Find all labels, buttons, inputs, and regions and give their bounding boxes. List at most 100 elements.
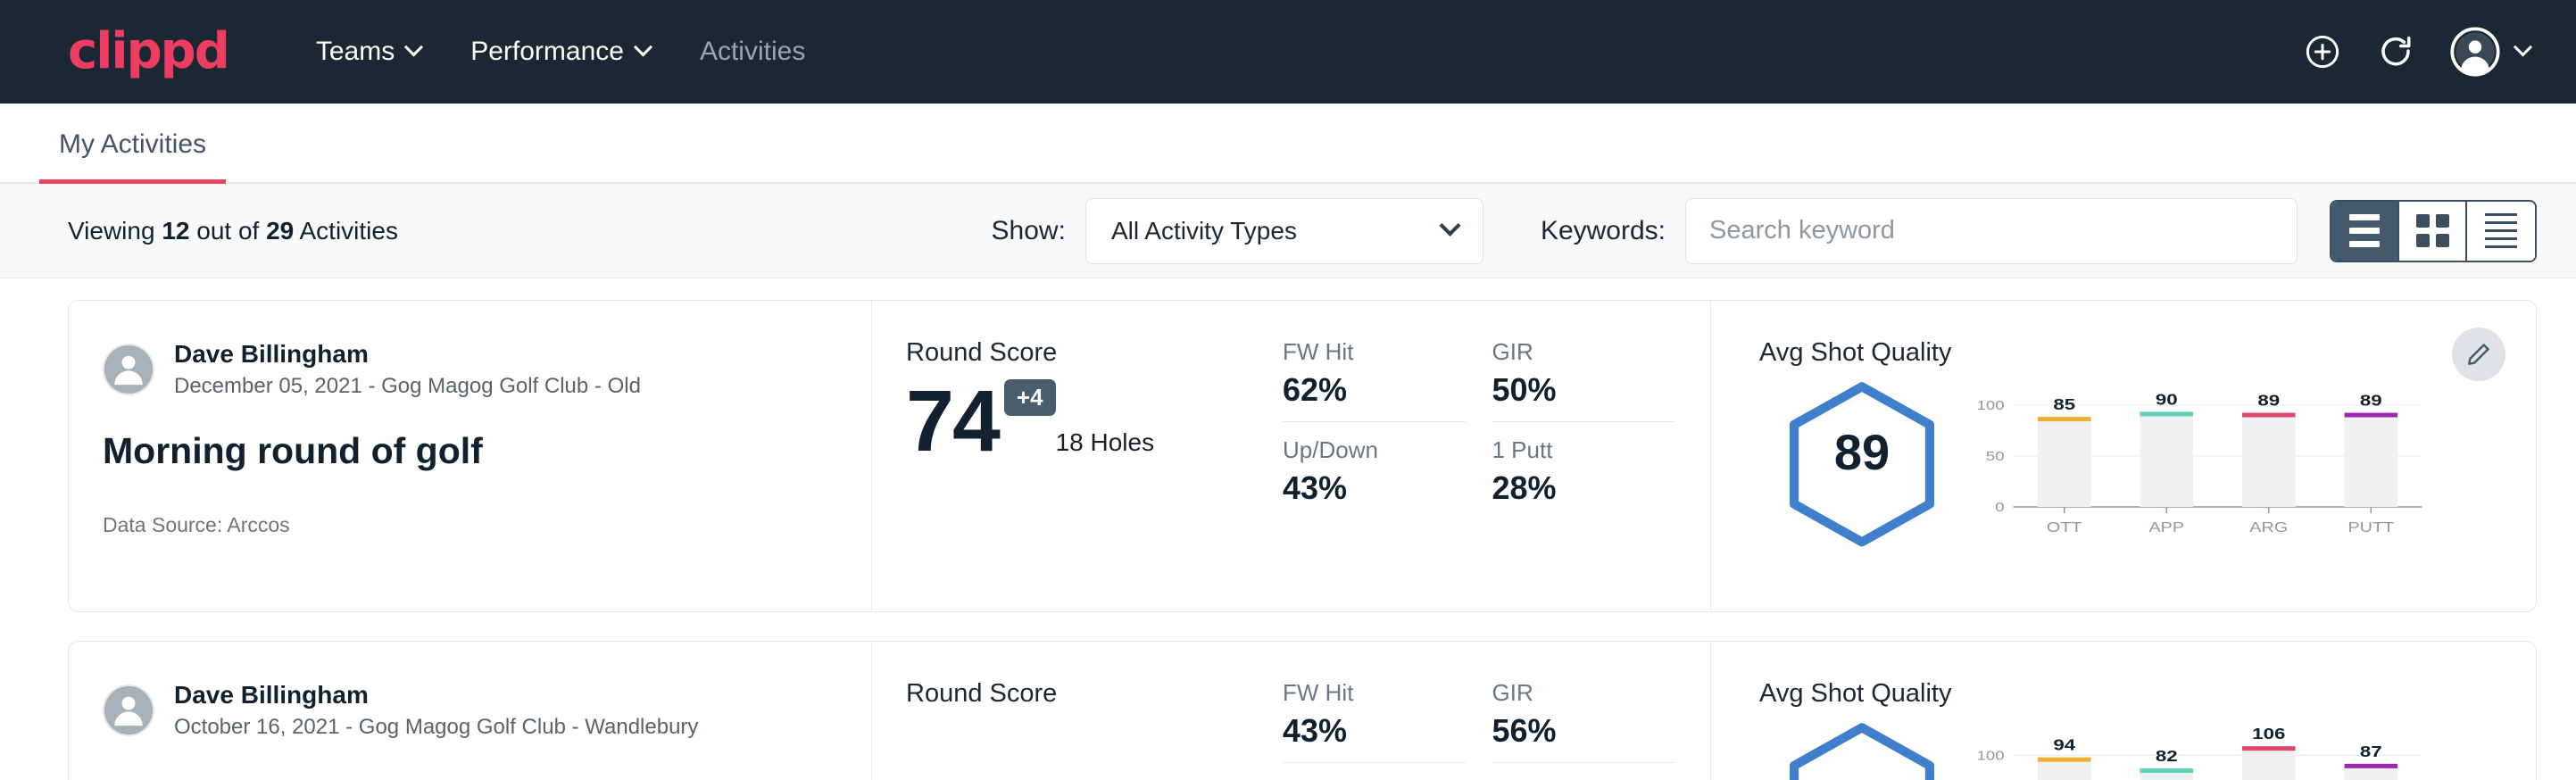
- nav-item-activities-label: Activities: [700, 37, 805, 67]
- nav-item-performance[interactable]: Performance: [445, 24, 675, 79]
- stat-fw-hit: FW Hit 43%: [1283, 679, 1466, 763]
- stat-gir-value: 56%: [1492, 712, 1675, 750]
- svg-text:82: 82: [2156, 748, 2178, 766]
- svg-text:100: 100: [1977, 398, 2005, 413]
- avatar: [103, 344, 154, 395]
- activity-meta: October 16, 2021 - Gog Magog Golf Club -…: [174, 713, 698, 741]
- brand-logo[interactable]: clippd: [68, 27, 229, 77]
- nav-actions: [2304, 27, 2530, 77]
- search-input-wrapper[interactable]: [1685, 198, 2298, 264]
- view-mode-grid-button[interactable]: [2399, 202, 2467, 261]
- viewing-count-text: Viewing 12 out of 29 Activities: [68, 217, 398, 245]
- activity-info-column: Dave Billingham October 16, 2021 - Gog M…: [69, 642, 872, 780]
- svg-text:PUTT: PUTT: [2347, 519, 2394, 535]
- svg-text:94: 94: [2053, 736, 2076, 754]
- chevron-down-icon: [1439, 215, 1460, 236]
- pencil-icon: [2465, 341, 2492, 368]
- list-view-icon: [2349, 214, 2380, 247]
- stat-gir-label: GIR: [1492, 338, 1675, 366]
- stat-up-down: Up/Down 43%: [1283, 436, 1466, 507]
- activity-card[interactable]: Dave Billingham October 16, 2021 - Gog M…: [68, 641, 2537, 780]
- stat-gir-label: GIR: [1492, 679, 1675, 707]
- round-score-label: Round Score: [906, 338, 1283, 368]
- activity-meta: December 05, 2021 - Gog Magog Golf Club …: [174, 372, 641, 400]
- chevron-down-icon: [634, 37, 652, 56]
- activity-type-select[interactable]: All Activity Types: [1085, 198, 1483, 264]
- chevron-down-icon: [2514, 37, 2532, 56]
- activities-list: Dave Billingham December 05, 2021 - Gog …: [0, 278, 2576, 780]
- stat-fw-hit-value: 43%: [1283, 712, 1466, 750]
- stat-gir: GIR 56%: [1492, 679, 1675, 763]
- svg-text:87: 87: [2360, 743, 2382, 761]
- svg-text:89: 89: [2257, 392, 2280, 410]
- svg-text:50: 50: [1986, 449, 2005, 464]
- nav-item-performance-label: Performance: [470, 37, 624, 67]
- viewing-suffix: Activities: [294, 217, 398, 245]
- viewing-mid: out of: [189, 217, 266, 245]
- round-stats-column: FW Hit 43% GIR 56%: [1283, 642, 1711, 780]
- activity-type-select-value: All Activity Types: [1111, 217, 1297, 245]
- stat-fw-hit-label: FW Hit: [1283, 679, 1466, 707]
- activity-data-source: Data Source: Arccos: [103, 513, 835, 537]
- avg-shot-quality-body: 05010094OTT82APP106ARG87PUTT: [1759, 712, 2536, 780]
- activity-user: Dave Billingham December 05, 2021 - Gog …: [103, 338, 835, 400]
- svg-text:106: 106: [2252, 726, 2285, 743]
- filter-controls: Show: All Activity Types Keywords:: [992, 198, 2537, 264]
- avg-shot-quality-label: Avg Shot Quality: [1759, 338, 2536, 368]
- tab-my-activities[interactable]: My Activities: [39, 129, 226, 184]
- activity-card[interactable]: Dave Billingham December 05, 2021 - Gog …: [68, 300, 2537, 612]
- round-score-column: Round Score: [872, 642, 1283, 780]
- round-score-value: 74: [906, 380, 999, 462]
- chevron-down-icon: [404, 37, 423, 56]
- shot-quality-chart: 05010094OTT82APP106ARG87PUTT: [1965, 712, 2536, 780]
- viewing-total: 29: [266, 217, 294, 245]
- avg-shot-quality-column: Avg Shot Quality 89 05010085OTT90APP89AR…: [1711, 301, 2536, 611]
- avg-shot-quality-column: Avg Shot Quality 05010094OTT82APP106ARG8…: [1711, 642, 2536, 780]
- round-stats-column: FW Hit 62% GIR 50% Up/Down 43% 1 Putt 28…: [1283, 301, 1711, 611]
- view-mode-compact-button[interactable]: [2467, 202, 2535, 261]
- edit-activity-button[interactable]: [2452, 328, 2505, 381]
- top-navigation-bar: clippd Teams Performance Activities: [0, 0, 2576, 104]
- shot-quality-bar-chart: 05010085OTT90APP89ARG89PUTT: [1965, 382, 2429, 543]
- plus-circle-icon[interactable]: [2304, 33, 2341, 71]
- activity-user-name: Dave Billingham: [174, 338, 641, 369]
- stat-gir: GIR 50%: [1492, 338, 1675, 422]
- stat-fw-hit: FW Hit 62%: [1283, 338, 1466, 422]
- avatar: [103, 685, 154, 736]
- svg-text:100: 100: [1977, 748, 2005, 763]
- keywords-label: Keywords:: [1541, 216, 1666, 246]
- account-menu[interactable]: [2450, 27, 2530, 77]
- quality-score-value: 89: [1759, 423, 1965, 481]
- search-input[interactable]: [1709, 216, 2273, 245]
- svg-text:0: 0: [1995, 500, 2004, 515]
- quality-hexagon: 89: [1759, 371, 1965, 557]
- nav-item-teams-label: Teams: [316, 37, 395, 67]
- shot-quality-bar-chart: 05010094OTT82APP106ARG87PUTT: [1965, 723, 2429, 780]
- view-mode-list-button[interactable]: [2331, 202, 2399, 261]
- account-avatar-icon: [2450, 27, 2500, 77]
- viewing-prefix: Viewing: [68, 217, 162, 245]
- stat-one-putt-value: 28%: [1492, 469, 1675, 507]
- svg-text:OTT: OTT: [2047, 519, 2082, 535]
- tab-bar: My Activities: [0, 104, 2576, 184]
- svg-text:ARG: ARG: [2249, 519, 2288, 535]
- nav-item-activities[interactable]: Activities: [675, 24, 830, 79]
- nav-item-teams[interactable]: Teams: [291, 24, 445, 79]
- stat-up-down-value: 43%: [1283, 469, 1466, 507]
- svg-text:APP: APP: [2148, 519, 2184, 535]
- activity-user: Dave Billingham October 16, 2021 - Gog M…: [103, 679, 835, 741]
- stat-up-down-label: Up/Down: [1283, 436, 1466, 464]
- activity-title: Morning round of golf: [103, 430, 835, 472]
- viewing-count: 12: [162, 217, 189, 245]
- grid-view-icon: [2416, 214, 2449, 247]
- compact-list-view-icon: [2485, 213, 2517, 248]
- svg-text:89: 89: [2360, 392, 2382, 410]
- stat-gir-value: 50%: [1492, 371, 1675, 409]
- quality-hexagon: [1759, 712, 1965, 780]
- refresh-icon[interactable]: [2377, 33, 2414, 71]
- round-score-column: Round Score 74 +4 18 Holes: [872, 301, 1283, 611]
- avg-shot-quality-label: Avg Shot Quality: [1759, 679, 2536, 709]
- stat-one-putt: 1 Putt 28%: [1492, 436, 1675, 507]
- avg-shot-quality-body: 89 05010085OTT90APP89ARG89PUTT: [1759, 371, 2536, 557]
- svg-text:85: 85: [2053, 396, 2075, 414]
